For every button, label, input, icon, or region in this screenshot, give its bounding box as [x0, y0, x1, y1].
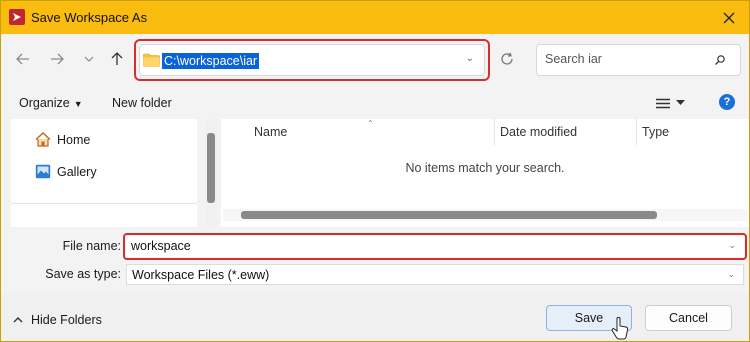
cancel-button[interactable]: Cancel	[645, 305, 732, 331]
empty-message: No items match your search.	[405, 161, 565, 175]
search-input[interactable]	[545, 52, 705, 66]
file-list: ⌃ Name Date modified Type No items match…	[221, 119, 749, 227]
sidebar-item-gallery[interactable]: Gallery	[35, 164, 97, 179]
file-name-input[interactable]	[131, 239, 691, 253]
save-as-type-label: Save as type:	[45, 267, 121, 281]
column-divider[interactable]	[494, 119, 495, 145]
navigation-scrollbar[interactable]	[205, 119, 217, 227]
column-header-date-modified[interactable]: Date modified	[500, 125, 577, 139]
divider	[11, 203, 197, 204]
mouse-cursor-icon	[611, 317, 629, 340]
command-bar: Organize ▼ New folder ?	[1, 89, 749, 117]
sidebar-item-label: Gallery	[57, 164, 97, 179]
title-bar: Save Workspace As	[1, 1, 749, 34]
column-divider[interactable]	[636, 119, 637, 145]
scrollbar-thumb[interactable]	[241, 211, 657, 219]
sort-ascending-icon: ⌃	[367, 119, 374, 128]
file-name-field[interactable]: ⌄	[126, 236, 744, 257]
chevron-up-icon	[13, 317, 23, 323]
file-name-label: File name:	[62, 239, 121, 253]
chevron-down-icon[interactable]: ⌄	[728, 240, 736, 251]
caret-down-icon: ▼	[73, 99, 83, 109]
refresh-icon	[501, 52, 513, 65]
save-as-type-select[interactable]: Workspace Files (*.eww) ⌄	[126, 264, 744, 285]
search-box[interactable]	[536, 44, 741, 76]
address-path[interactable]: C:\workspace\iar	[162, 53, 260, 69]
search-icon	[715, 55, 725, 65]
view-menu-button[interactable]	[656, 94, 692, 112]
close-icon	[723, 12, 735, 23]
arrow-up-icon	[111, 52, 123, 65]
close-button[interactable]	[709, 1, 749, 34]
new-folder-button[interactable]: New folder	[112, 96, 172, 110]
chevron-down-icon[interactable]: ⌄	[466, 53, 474, 64]
folder-icon	[143, 53, 160, 67]
dialog-footer: Hide Folders Save Cancel	[1, 293, 749, 341]
view-menu-icon	[656, 98, 670, 108]
refresh-button[interactable]	[494, 45, 520, 73]
chevron-down-icon: ⌄	[727, 269, 735, 279]
organize-label: Organize	[19, 96, 70, 110]
hide-folders-button[interactable]: Hide Folders	[13, 313, 102, 327]
help-icon[interactable]: ?	[719, 94, 735, 110]
up-button[interactable]	[105, 46, 129, 72]
sidebar-item-label: Home	[57, 132, 91, 147]
caret-down-icon	[676, 100, 685, 105]
home-icon	[35, 132, 51, 147]
back-button[interactable]	[11, 46, 35, 72]
navigation-pane: Home Gallery	[11, 119, 197, 227]
arrow-right-icon	[51, 53, 64, 65]
column-header-type[interactable]: Type	[642, 125, 669, 139]
scrollbar-thumb[interactable]	[207, 133, 215, 203]
sidebar-item-home[interactable]: Home	[35, 132, 90, 147]
save-dialog: Save Workspace As C:\workspace\iar ⌄ Org	[0, 0, 750, 342]
save-as-type-value: Workspace Files (*.eww)	[132, 268, 270, 282]
app-icon	[9, 9, 25, 25]
file-list-scrollbar[interactable]	[223, 209, 747, 221]
address-bar[interactable]: C:\workspace\iar ⌄	[139, 44, 485, 76]
recent-locations-button[interactable]	[77, 46, 101, 72]
window-title: Save Workspace As	[31, 10, 148, 25]
arrow-left-icon	[16, 53, 29, 65]
gallery-icon	[35, 164, 51, 179]
hide-folders-label: Hide Folders	[31, 313, 102, 327]
column-header-name[interactable]: Name	[254, 125, 287, 139]
organize-menu[interactable]: Organize ▼	[19, 96, 83, 110]
chevron-down-icon	[84, 56, 94, 62]
forward-button[interactable]	[45, 46, 69, 72]
